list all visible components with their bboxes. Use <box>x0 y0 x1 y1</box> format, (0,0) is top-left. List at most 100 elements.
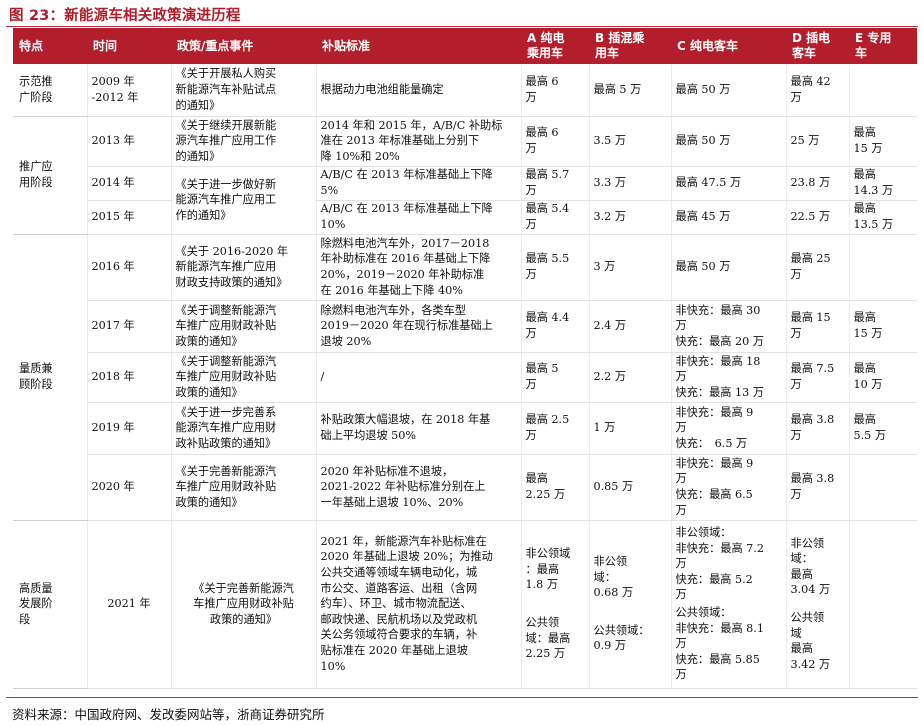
time-cell: 2018 年 <box>86 352 171 403</box>
c-public: 公共领域： 非快充：最高 8.1 万 快充：最高 5.85 万 <box>675 606 764 682</box>
header-time: 时间 <box>87 28 171 64</box>
b-cell: 3 万 <box>588 234 671 301</box>
header-policy: 政策/重点事件 <box>171 28 316 64</box>
subsidy-cell: A/B/C 在 2013 年标准基础上下降 5% <box>315 166 521 201</box>
a-cell: 最高 6 万 <box>520 116 589 167</box>
e-cell <box>848 520 917 689</box>
b-cell: 最高 5 万 <box>588 64 671 117</box>
c-cell: 非快充：最高 18 万 快充：最高 13 万 <box>670 352 786 403</box>
subsidy-cell: 根据动力电池组能量确定 <box>315 64 521 117</box>
a-nonpublic: 非公领域 ：最高 1.8 万 <box>525 547 571 592</box>
subsidy-cell: 补贴政策大幅退坡，在 2018 年基 础上平均退坡 50% <box>315 402 521 455</box>
header-c: C 纯电客车 <box>671 28 786 64</box>
stage-cell: 高质量 发展阶 段 <box>13 520 87 689</box>
d-cell: 最高 3.8 万 <box>785 454 849 521</box>
policy-table: 特点 时间 政策/重点事件 补贴标准 A 纯电 乘用车 B 插混乘 用车 C 纯… <box>13 28 917 689</box>
time-cell: 2013 年 <box>86 116 171 167</box>
d-cell: 最高 25 万 <box>785 234 849 301</box>
table-row: 高质量 发展阶 段 2021 年 《关于完善新能源汽 车推广应用财政补贴 政策的… <box>13 520 917 689</box>
c-cell: 非快充：最高 30 万 快充：最高 20 万 <box>670 300 786 353</box>
d-cell: 22.5 万 <box>785 200 849 235</box>
b-cell: 3.5 万 <box>588 116 671 167</box>
e-cell: 最高 14.3 万 <box>848 166 917 201</box>
e-cell <box>848 454 917 521</box>
e-cell: 最高 15 万 <box>848 116 917 167</box>
c-cell: 最高 47.5 万 <box>670 166 786 201</box>
subsidy-cell: 2021 年，新能源汽车补贴标准在 2020 年基础上退坡 20%；为推动 公共… <box>315 520 521 689</box>
a-cell: 最高 5.4 万 <box>520 200 589 235</box>
d-cell: 非公领 域： 最高 3.04 万 公共领 域 最高 3.42 万 <box>785 520 849 689</box>
time-cell: 2017 年 <box>86 300 171 353</box>
time-cell: 2020 年 <box>86 454 171 521</box>
c-cell: 最高 50 万 <box>670 234 786 301</box>
header-a: A 纯电 乘用车 <box>521 28 589 64</box>
b-cell: 2.2 万 <box>588 352 671 403</box>
a-public: 公共领 域：最高 2.25 万 <box>525 616 571 661</box>
subsidy-cell: 2014 年和 2015 年，A/B/C 补助标 准在 2013 年标准基础上分… <box>315 116 521 167</box>
b-nonpublic: 非公领 域： 0.68 万 <box>593 555 634 600</box>
b-cell: 3.3 万 <box>588 166 671 201</box>
time-cell: 2016 年 <box>86 234 171 301</box>
table-row: 2018 年 《关于调整新能源汽 车推广应用财政补贴 政策的通知》 / 最高 5… <box>13 352 917 403</box>
a-cell: 最高 2.25 万 <box>520 454 589 521</box>
c-cell: 非快充：最高 9 万 快充：最高 6.5 万 <box>670 454 786 521</box>
e-cell: 最高 15 万 <box>848 300 917 353</box>
d-cell: 最高 3.8 万 <box>785 402 849 455</box>
a-cell: 最高 5 万 <box>520 352 589 403</box>
a-cell: 最高 5.5 万 <box>520 234 589 301</box>
table-row: 2015 年 A/B/C 在 2013 年标准基础上下降 10% 最高 5.4 … <box>13 200 917 235</box>
subsidy-cell: / <box>315 352 521 403</box>
e-cell <box>848 64 917 117</box>
policy-cell: 《关于继续开展新能 源汽车推广应用工作 的通知》 <box>170 116 316 167</box>
table-row: 量质兼 顾阶段 2016 年 《关于 2016-2020 年 新能源汽车推广应用… <box>13 234 917 521</box>
time-cell: 2015 年 <box>86 200 171 235</box>
source-note: 资料来源：中国政府网、发改委网站等，浙商证券研究所 <box>12 707 325 722</box>
b-cell: 2.4 万 <box>588 300 671 353</box>
c-cell: 最高 50 万 <box>670 116 786 167</box>
table-row: 推广应 用阶段 2013 年 《关于继续开展新能 源汽车推广应用工作 的通知》 … <box>13 116 917 235</box>
subsidy-cell: A/B/C 在 2013 年标准基础上下降 10% <box>315 200 521 235</box>
policy-cell: 《关于进一步完善系 能源汽车推广应用财 政补贴政策的通知》 <box>170 402 316 455</box>
e-cell: 最高 5.5 万 <box>848 402 917 455</box>
table-row: 示范推 广阶段 2009 年 -2012 年 《关于开展私人购买 新能源汽车补贴… <box>13 64 917 117</box>
d-cell: 23.8 万 <box>785 166 849 201</box>
d-public: 公共领 域 最高 3.42 万 <box>790 611 831 671</box>
time-cell: 2019 年 <box>86 402 171 455</box>
header-b: B 插混乘 用车 <box>589 28 671 64</box>
table-row: 2014 年 《关于进一步做好新 能源汽车推广应用工 作的通知》 A/B/C 在… <box>13 166 917 235</box>
table-row: 2020 年 《关于完善新能源汽 车推广应用财政补贴 政策的通知》 2020 年… <box>13 454 917 521</box>
header-d: D 插电 客车 <box>786 28 849 64</box>
e-cell: 最高 10 万 <box>848 352 917 403</box>
time-cell: 2009 年 -2012 年 <box>86 64 171 117</box>
policy-cell: 《关于进一步做好新 能源汽车推广应用工 作的通知》 <box>170 166 316 235</box>
subsidy-cell: 2020 年补贴标准不退坡， 2021-2022 年补贴标准分别在上 一年基础上… <box>315 454 521 521</box>
d-cell: 最高 42 万 <box>785 64 849 117</box>
b-cell: 1 万 <box>588 402 671 455</box>
table-row: 2019 年 《关于进一步完善系 能源汽车推广应用财 政补贴政策的通知》 补贴政… <box>13 402 917 455</box>
b-public: 公共领域： 0.9 万 <box>593 623 650 653</box>
figure-title: 图 23：新能源车相关政策演进历程 <box>9 8 241 24</box>
table-header-row: 特点 时间 政策/重点事件 补贴标准 A 纯电 乘用车 B 插混乘 用车 C 纯… <box>13 28 917 64</box>
policy-cell: 《关于调整新能源汽 车推广应用财政补贴 政策的通知》 <box>170 352 316 403</box>
header-e: E 专用 车 <box>849 28 917 64</box>
a-cell: 最高 6 万 <box>520 64 589 117</box>
header-stage: 特点 <box>13 28 87 64</box>
subsidy-cell: 除燃料电池汽车外，2017－2018 年补助标准在 2016 年基础上下降 20… <box>315 234 521 301</box>
time-cell: 2021 年 <box>86 520 171 689</box>
e-cell: 最高 13.5 万 <box>848 200 917 235</box>
a-cell: 最高 4.4 万 <box>520 300 589 353</box>
policy-cell: 《关于完善新能源汽 车推广应用财政补贴 政策的通知》 <box>170 520 316 689</box>
stage-cell: 示范推 广阶段 <box>13 64 87 117</box>
b-cell: 0.85 万 <box>588 454 671 521</box>
c-cell: 非快充：最高 9 万 快充： 6.5 万 <box>670 402 786 455</box>
policy-cell: 《关于调整新能源汽 车推广应用财政补贴 政策的通知》 <box>170 300 316 353</box>
d-cell: 最高 7.5 万 <box>785 352 849 403</box>
d-cell: 25 万 <box>785 116 849 167</box>
a-cell: 最高 2.5 万 <box>520 402 589 455</box>
c-cell: 最高 45 万 <box>670 200 786 235</box>
d-nonpublic: 非公领 域： 最高 3.04 万 <box>790 536 831 597</box>
d-cell: 最高 15 万 <box>785 300 849 353</box>
title-rule <box>6 26 918 27</box>
table-row: 2017 年 《关于调整新能源汽 车推广应用财政补贴 政策的通知》 除燃料电池汽… <box>13 300 917 353</box>
subsidy-cell: 除燃料电池汽车外，各类车型 2019－2020 年在现行标准基础上 退坡 20% <box>315 300 521 353</box>
